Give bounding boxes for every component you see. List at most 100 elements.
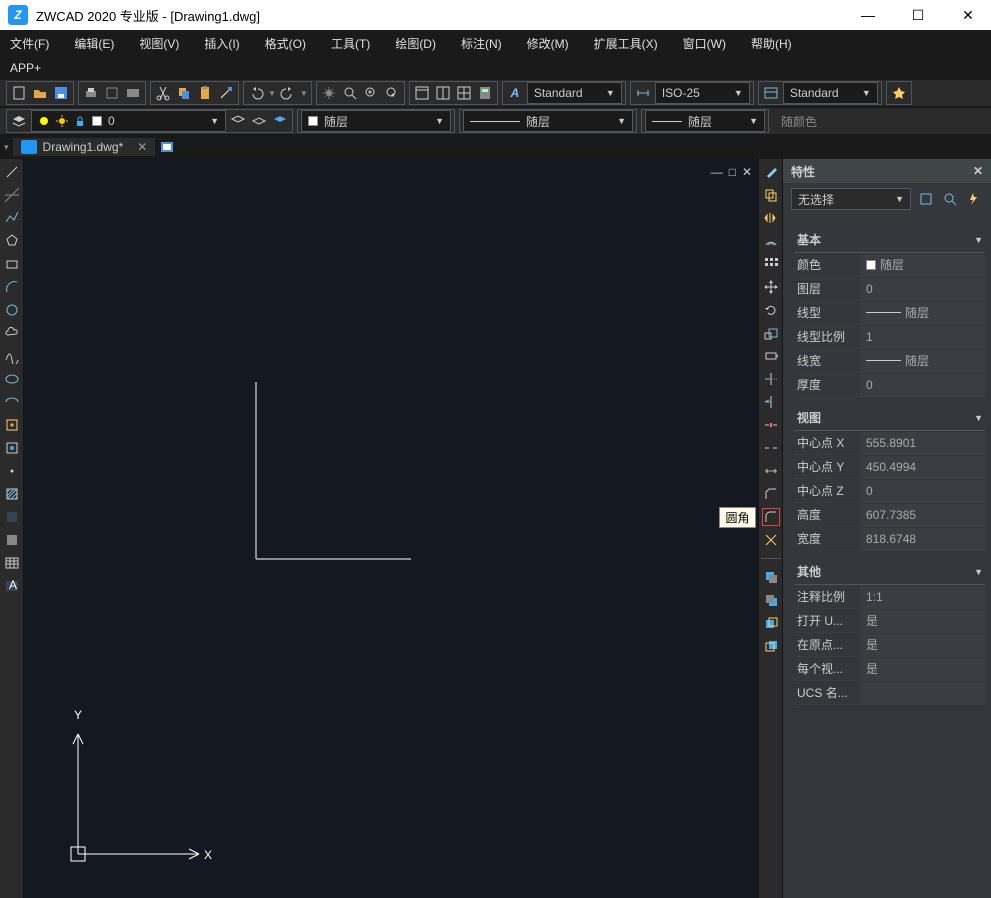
ellipse-arc-icon[interactable] (3, 393, 21, 411)
fillet-icon[interactable]: 圆角 (762, 508, 780, 526)
new-tab-icon[interactable] (159, 138, 177, 156)
polyline-icon[interactable] (3, 209, 21, 227)
cut-icon[interactable] (154, 84, 172, 102)
property-value[interactable]: 随层 (860, 302, 985, 324)
extend-icon[interactable] (762, 393, 780, 411)
menu-item[interactable]: 帮助(H) (751, 35, 792, 52)
text-style-dropdown[interactable]: Standard▼ (527, 82, 622, 104)
menu-item[interactable]: 格式(O) (265, 35, 306, 52)
publish-icon[interactable] (124, 84, 142, 102)
mirror-icon[interactable] (762, 209, 780, 227)
zoom-window-icon[interactable] (362, 84, 380, 102)
menu-item[interactable]: 修改(M) (527, 35, 569, 52)
section-header[interactable]: 视图▼ (795, 405, 985, 431)
close-button[interactable]: ✕ (953, 7, 983, 24)
mtext-icon[interactable]: A (3, 577, 21, 595)
calc-icon[interactable] (476, 84, 494, 102)
linetype-dropdown[interactable]: 随层▼ (463, 110, 633, 132)
minimize-button[interactable]: — (853, 7, 883, 24)
maximize-button[interactable]: ☐ (903, 7, 933, 24)
smart-icon[interactable] (890, 84, 908, 102)
offset-icon[interactable] (762, 232, 780, 250)
draworder-above-icon[interactable] (762, 614, 780, 632)
property-value[interactable]: 是 (860, 658, 985, 680)
copy-icon[interactable] (175, 84, 193, 102)
circle-icon[interactable] (3, 301, 21, 319)
property-value[interactable]: 818.6748 (860, 528, 985, 550)
redo-dropdown-icon[interactable]: ▼ (300, 89, 308, 98)
layer-iso-icon[interactable] (271, 112, 289, 130)
menu-item[interactable]: 绘图(D) (395, 35, 436, 52)
property-value[interactable]: 0 (860, 480, 985, 502)
dim-style-dropdown[interactable]: ISO-25▼ (655, 82, 750, 104)
explode-icon[interactable] (762, 531, 780, 549)
property-value[interactable] (860, 682, 985, 704)
print-preview-icon[interactable] (103, 84, 121, 102)
property-value[interactable]: 随层 (860, 350, 985, 372)
ellipse-icon[interactable] (3, 370, 21, 388)
property-value[interactable]: 0 (860, 278, 985, 300)
property-value[interactable]: 0 (860, 374, 985, 396)
array-icon[interactable] (762, 255, 780, 273)
drawing-canvas[interactable]: — □ ✕ Y X (24, 159, 758, 898)
menu-item[interactable]: 扩展工具(X) (594, 35, 658, 52)
erase-icon[interactable] (762, 163, 780, 181)
menu-item[interactable]: 工具(T) (331, 35, 370, 52)
match-prop-icon[interactable] (217, 84, 235, 102)
lineweight-dropdown[interactable]: 随层▼ (645, 110, 765, 132)
make-block-icon[interactable] (3, 439, 21, 457)
section-header[interactable]: 其他▼ (795, 559, 985, 585)
xline-icon[interactable] (3, 186, 21, 204)
dim-style-icon[interactable] (634, 84, 652, 102)
layer-states-icon[interactable] (229, 112, 247, 130)
flash-icon[interactable] (965, 190, 983, 208)
selection-dropdown[interactable]: 无选择▼ (791, 188, 911, 210)
color-dropdown[interactable]: 随层▼ (301, 110, 451, 132)
table-style-icon[interactable] (762, 84, 780, 102)
save-icon[interactable] (52, 84, 70, 102)
design-center-icon[interactable] (434, 84, 452, 102)
undo-icon[interactable] (247, 84, 265, 102)
layer-prev-icon[interactable] (250, 112, 268, 130)
property-value[interactable]: 随层 (860, 254, 985, 276)
draworder-back-icon[interactable] (762, 591, 780, 609)
break-point-icon[interactable] (762, 416, 780, 434)
pan-icon[interactable] (320, 84, 338, 102)
menu-item[interactable]: 窗口(W) (683, 35, 726, 52)
tool-palette-icon[interactable] (455, 84, 473, 102)
zoom-prev-icon[interactable] (383, 84, 401, 102)
region-icon[interactable] (3, 531, 21, 549)
point-icon[interactable] (3, 462, 21, 480)
undo-dropdown-icon[interactable]: ▼ (268, 89, 276, 98)
properties-icon[interactable] (413, 84, 431, 102)
chamfer-icon[interactable] (762, 485, 780, 503)
revcloud-icon[interactable] (3, 324, 21, 342)
menu-item[interactable]: 文件(F) (10, 35, 49, 52)
quick-select-icon[interactable] (941, 190, 959, 208)
property-value[interactable]: 450.4994 (860, 456, 985, 478)
menu-item[interactable]: 插入(I) (204, 35, 239, 52)
polygon-icon[interactable] (3, 232, 21, 250)
layer-dropdown[interactable]: 0 ▼ (31, 110, 226, 132)
section-header[interactable]: 基本▼ (795, 227, 985, 253)
spline-icon[interactable] (3, 347, 21, 365)
zoom-realtime-icon[interactable] (341, 84, 359, 102)
copy-obj-icon[interactable] (762, 186, 780, 204)
draworder-under-icon[interactable] (762, 637, 780, 655)
property-value[interactable]: 是 (860, 610, 985, 632)
property-value[interactable]: 1:1 (860, 586, 985, 608)
property-value[interactable]: 555.8901 (860, 432, 985, 454)
redo-icon[interactable] (279, 84, 297, 102)
gradient-icon[interactable] (3, 508, 21, 526)
rectangle-icon[interactable] (3, 255, 21, 273)
app-plus-menu[interactable]: APP+ (10, 61, 41, 75)
property-value[interactable]: 是 (860, 634, 985, 656)
line-icon[interactable] (3, 163, 21, 181)
break-icon[interactable] (762, 439, 780, 457)
text-style-icon[interactable]: A (506, 84, 524, 102)
property-value[interactable]: 607.7385 (860, 504, 985, 526)
document-tab[interactable]: Drawing1.dwg* ✕ (13, 138, 156, 156)
print-icon[interactable] (82, 84, 100, 102)
properties-title-bar[interactable]: 特性 ✕ (783, 159, 991, 183)
join-icon[interactable] (762, 462, 780, 480)
